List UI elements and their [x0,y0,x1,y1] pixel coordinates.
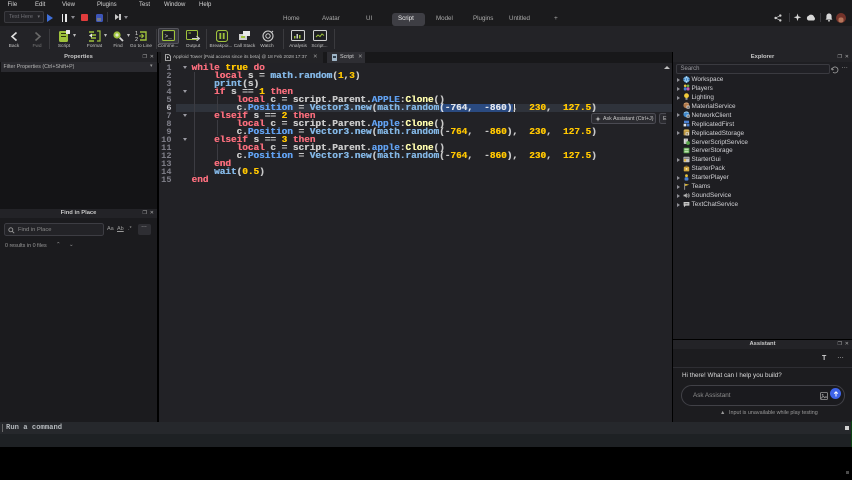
svg-text:>_: >_ [165,33,173,40]
svg-text:2: 2 [135,37,138,42]
